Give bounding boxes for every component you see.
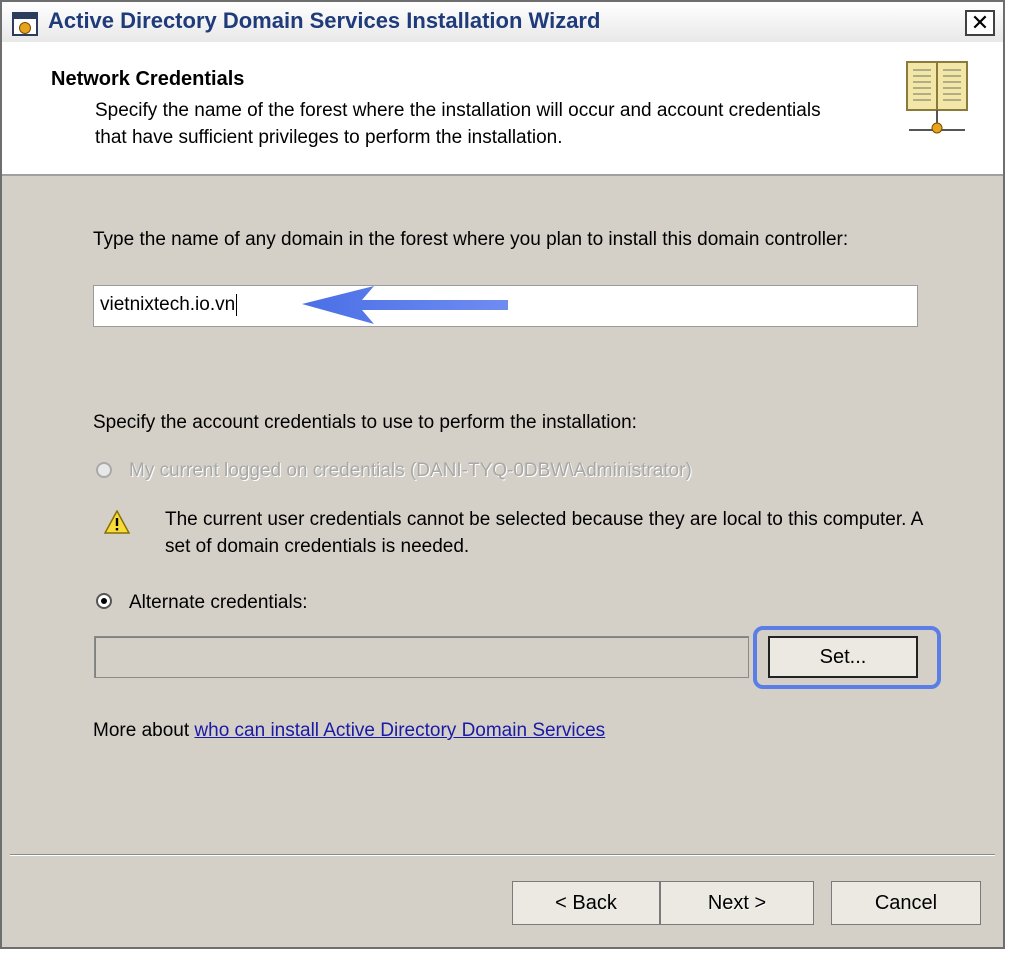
wizard-header: Network Credentials Specify the name of … [2, 42, 1003, 176]
page-description: Specify the name of the forest where the… [95, 100, 821, 148]
window-title: Active Directory Domain Services Install… [48, 8, 601, 33]
wizard-window: Active Directory Domain Services Install… [0, 0, 1005, 949]
warning-message: The current user credentials cannot be s… [165, 509, 923, 557]
page-title: Network Credentials [51, 68, 245, 90]
domain-name-value: vietnixtech.io.vn [100, 294, 236, 316]
domain-prompt: Type the name of any domain in the fores… [93, 229, 849, 250]
current-credentials-label: My current logged on credentials (DANI-T… [129, 460, 692, 481]
credentials-prompt: Specify the account credentials to use t… [93, 412, 637, 433]
set-button-highlight [753, 626, 941, 689]
more-info: More about who can install Active Direct… [93, 717, 605, 744]
more-info-prefix: More about [93, 720, 195, 741]
alternate-credentials-radio[interactable] [96, 593, 112, 609]
blue-arrow-annotation [302, 286, 508, 324]
cancel-button[interactable]: Cancel [831, 881, 981, 925]
current-credentials-radio[interactable] [96, 462, 112, 478]
next-button[interactable]: Next > [660, 881, 814, 925]
text-caret [236, 294, 238, 316]
close-button[interactable]: ✕ [965, 10, 995, 36]
footer-separator [10, 854, 995, 856]
directory-book-icon [906, 61, 968, 134]
alternate-credentials-field [94, 636, 749, 678]
title-bar: Active Directory Domain Services Install… [2, 2, 1003, 43]
warning-triangle-icon [104, 510, 130, 534]
permissions-help-link[interactable]: who can install Active Directory Domain … [194, 720, 605, 741]
back-button[interactable]: < Back [512, 881, 660, 925]
alternate-credentials-label: Alternate credentials: [129, 592, 308, 613]
wizard-app-icon [12, 12, 38, 36]
